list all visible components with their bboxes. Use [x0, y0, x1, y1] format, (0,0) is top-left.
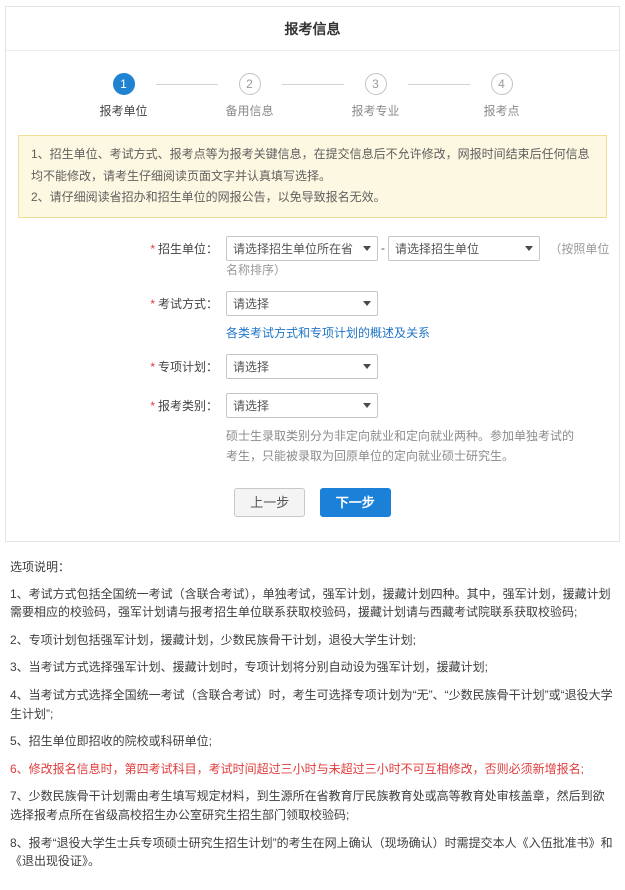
step-major: 3 报考专业 — [344, 73, 408, 119]
province-select-value: 请选择招生单位所在省（ — [233, 240, 357, 257]
exam-mode-select[interactable]: 请选择 — [226, 291, 378, 316]
unit-row: *招生单位： 请选择招生单位所在省（ - 请选择招生单位 （按照单位名称排序） — [6, 236, 619, 278]
step-3-circle: 3 — [365, 73, 387, 95]
caret-down-icon — [363, 403, 371, 408]
caret-down-icon — [363, 246, 371, 251]
unit-select[interactable]: 请选择招生单位 — [388, 236, 540, 261]
note-item-2: 2、专项计划包括强军计划，援藏计划，少数民族骨干计划，退役大学生计划; — [10, 631, 615, 650]
category-select[interactable]: 请选择 — [226, 393, 378, 418]
note-item-6: 6、修改报名信息时，第四考试科目，考试时间超过三小时与未超过三小时不可互相修改，… — [10, 760, 615, 779]
next-step-button[interactable]: 下一步 — [320, 488, 391, 517]
step-4-label: 报考点 — [483, 102, 519, 119]
notes-title: 选项说明： — [10, 558, 615, 575]
step-2-label: 备用信息 — [225, 102, 273, 119]
option-notes: 选项说明： 1、考试方式包括全国统一考试（含联合考试），单独考试，强军计划，援藏… — [0, 542, 625, 890]
exam-mode-select-value: 请选择 — [233, 295, 357, 312]
stepper: 1 报考单位 2 备用信息 3 报考专业 4 报考点 — [6, 51, 619, 125]
step-connector — [408, 84, 470, 85]
step-connector — [156, 84, 218, 85]
note-item-3: 3、当考试方式选择强军计划、援藏计划时，专项计划将分别自动设为强军计划，援藏计划… — [10, 658, 615, 677]
step-backup-info: 2 备用信息 — [218, 73, 282, 119]
step-4-circle: 4 — [491, 73, 513, 95]
unit-select-value: 请选择招生单位 — [395, 240, 519, 257]
note-item-4: 4、当考试方式选择全国统一考试（含联合考试）时，考生可选择专项计划为“无”、“少… — [10, 686, 615, 723]
category-help-text: 硕士生录取类别分为非定向就业和定向就业两种。参加单独考试的考生，只能被录取为回原… — [226, 426, 578, 467]
caret-down-icon — [363, 301, 371, 306]
unit-label: *招生单位： — [6, 236, 218, 278]
warning-notice: 1、招生单位、考试方式、报考点等为报考关键信息，在提交信息后不允许修改，网报时间… — [18, 135, 607, 218]
category-select-value: 请选择 — [233, 397, 357, 414]
select-separator: - — [381, 241, 385, 255]
unit-field: 请选择招生单位所在省（ - 请选择招生单位 （按照单位名称排序） — [226, 236, 619, 278]
note-item-5: 5、招生单位即招收的院校或科研单位; — [10, 732, 615, 751]
province-select[interactable]: 请选择招生单位所在省（ — [226, 236, 378, 261]
caret-down-icon — [363, 364, 371, 369]
note-item-7: 7、少数民族骨干计划需由考生填写规定材料，到生源所在省教育厅民族教育处或高等教育… — [10, 787, 615, 824]
step-exam-site: 4 报考点 — [470, 73, 534, 119]
step-1-circle: 1 — [113, 73, 135, 95]
step-1-label: 报考单位 — [99, 102, 147, 119]
notice-line-2: 2、请仔细阅读省招办和招生单位的网报公告，以免导致报名无效。 — [31, 187, 594, 209]
category-row: *报考类别： 请选择 硕士生录取类别分为非定向就业和定向就业两种。参加单独考试的… — [6, 393, 619, 467]
required-asterisk: * — [150, 242, 155, 256]
form-buttons: 上一步 下一步 — [6, 480, 619, 541]
note-item-1: 1、考试方式包括全国统一考试（含联合考试），单独考试，强军计划，援藏计划四种。其… — [10, 585, 615, 622]
step-unit: 1 报考单位 — [92, 73, 156, 119]
note-item-8: 8、报考“退役大学生士兵专项硕士研究生招生计划”的考生在网上确认（现场确认）时需… — [10, 834, 615, 871]
step-3-label: 报考专业 — [351, 102, 399, 119]
category-field: 请选择 硕士生录取类别分为非定向就业和定向就业两种。参加单独考试的考生，只能被录… — [226, 393, 578, 467]
special-plan-select-value: 请选择 — [233, 358, 357, 375]
prev-step-button[interactable]: 上一步 — [234, 488, 305, 517]
required-asterisk: * — [150, 297, 155, 311]
registration-card: 报考信息 1 报考单位 2 备用信息 3 报考专业 4 报考点 1、招生单位、考… — [5, 6, 620, 542]
special-plan-select[interactable]: 请选择 — [226, 354, 378, 379]
notice-line-1: 1、招生单位、考试方式、报考点等为报考关键信息，在提交信息后不允许修改，网报时间… — [31, 144, 594, 187]
caret-down-icon — [525, 246, 533, 251]
exam-mode-label: *考试方式： — [6, 291, 218, 341]
exam-mode-row: *考试方式： 请选择 各类考试方式和专项计划的概述及关系 — [6, 291, 619, 341]
required-asterisk: * — [150, 360, 155, 374]
exam-mode-overview-link[interactable]: 各类考试方式和专项计划的概述及关系 — [226, 324, 430, 341]
category-label: *报考类别： — [6, 393, 218, 467]
step-connector — [282, 84, 344, 85]
page-title: 报考信息 — [6, 7, 619, 51]
registration-form: *招生单位： 请选择招生单位所在省（ - 请选择招生单位 （按照单位名称排序） … — [6, 236, 619, 467]
special-plan-field: 请选择 — [226, 354, 378, 380]
step-2-circle: 2 — [239, 73, 261, 95]
exam-mode-field: 请选择 各类考试方式和专项计划的概述及关系 — [226, 291, 430, 341]
special-plan-label: *专项计划： — [6, 354, 218, 380]
required-asterisk: * — [150, 399, 155, 413]
special-plan-row: *专项计划： 请选择 — [6, 354, 619, 380]
